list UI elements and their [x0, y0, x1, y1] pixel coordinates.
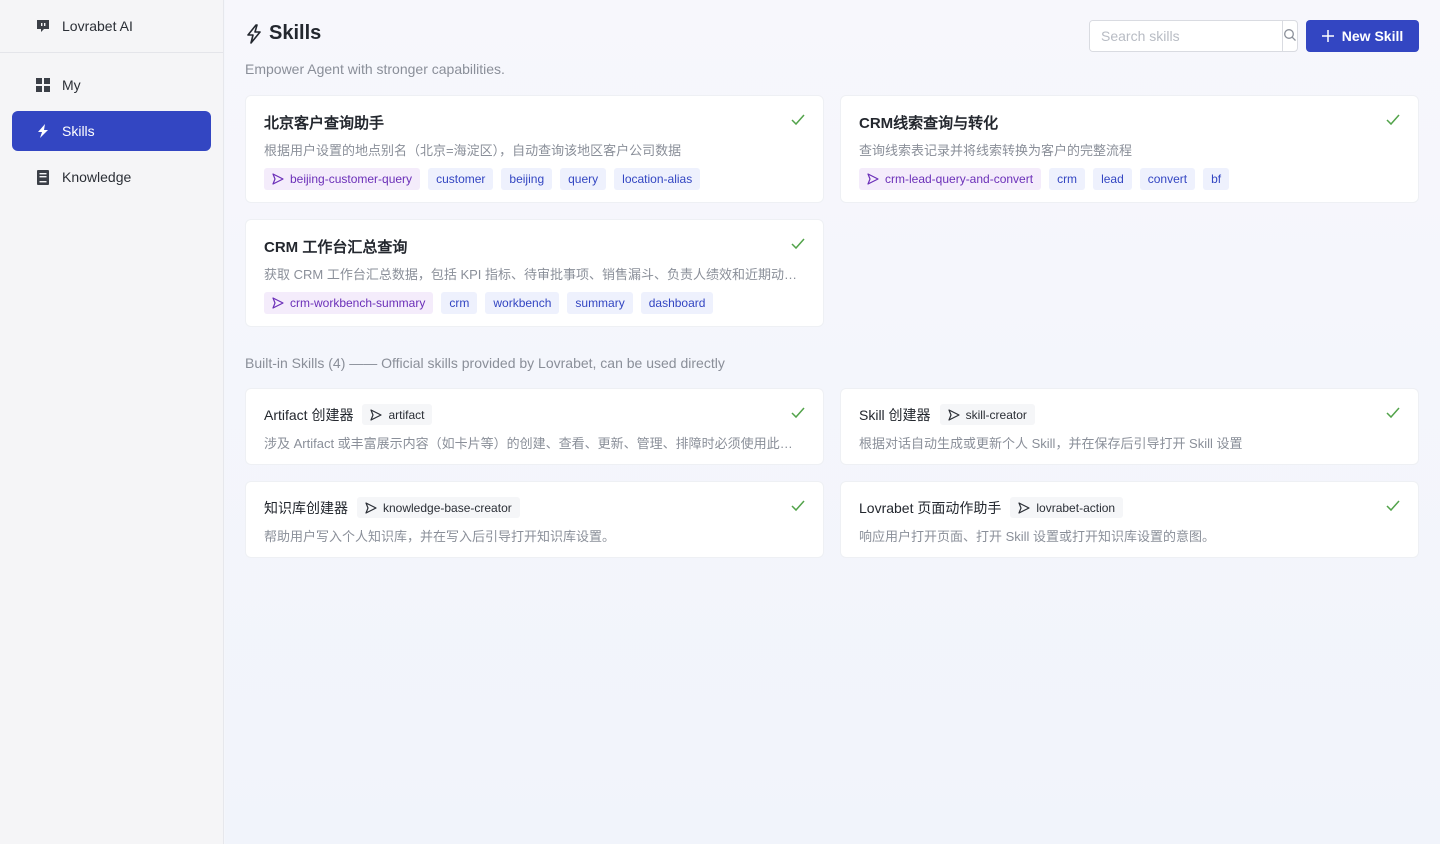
- builtin-skill-id-chip: artifact: [362, 404, 433, 425]
- new-skill-button[interactable]: New Skill: [1306, 20, 1419, 52]
- sidebar-nav: My Skills Knowledge: [0, 53, 223, 197]
- builtin-skill-description: 根据对话自动生成或更新个人 Skill，并在保存后引导打开 Skill 设置: [859, 436, 1243, 451]
- grid-icon: [36, 78, 50, 92]
- new-skill-label: New Skill: [1341, 28, 1404, 44]
- skill-tags: beijing-customer-query customer beijing …: [264, 168, 701, 190]
- builtin-skill-card[interactable]: Skill 创建器 skill-creator 根据对话自动生成或更新个人 Sk…: [840, 388, 1419, 465]
- check-icon: [1386, 500, 1400, 512]
- search-box: [1089, 20, 1298, 52]
- builtin-skill-card[interactable]: Artifact 创建器 artifact 涉及 Artifact 或丰富展示内…: [245, 388, 824, 465]
- builtin-skill-description: 帮助用户写入个人知识库，并在写入后引导打开知识库设置。: [264, 529, 616, 544]
- send-icon: [947, 408, 960, 421]
- send-icon: [272, 173, 284, 185]
- send-icon: [867, 173, 879, 185]
- builtin-skill-id-chip: lovrabet-action: [1010, 497, 1124, 518]
- skill-card[interactable]: 北京客户查询助手 根据用户设置的地点别名（北京=海淀区），自动查询该地区客户公司…: [245, 95, 824, 203]
- check-icon: [1386, 407, 1400, 419]
- skill-description: 根据用户设置的地点别名（北京=海淀区），自动查询该地区客户公司数据: [264, 143, 682, 158]
- page-title-text: Skills: [269, 22, 322, 44]
- skill-tag: bf: [1203, 168, 1230, 190]
- brand-name: Lovrabet AI: [62, 18, 133, 34]
- builtin-skill-card[interactable]: 知识库创建器 knowledge-base-creator 帮助用户写入个人知识…: [245, 481, 824, 558]
- skill-id: beijing-customer-query: [290, 172, 413, 186]
- skill-description: 获取 CRM 工作台汇总数据，包括 KPI 指标、待审批事项、销售漏斗、负责人绩…: [264, 267, 803, 282]
- builtin-skill-name: Artifact 创建器: [264, 406, 354, 423]
- skill-tag: convert: [1139, 168, 1196, 190]
- sidebar-item-knowledge[interactable]: Knowledge: [12, 157, 211, 197]
- skill-id: crm-lead-query-and-convert: [885, 172, 1034, 186]
- skill-tag: query: [560, 168, 607, 190]
- builtin-title-row: 知识库创建器 knowledge-base-creator: [264, 497, 520, 518]
- send-icon: [370, 408, 383, 421]
- plus-icon: [1321, 30, 1334, 42]
- send-icon: [272, 297, 284, 309]
- skill-tags: crm-workbench-summary crm workbench summ…: [264, 292, 714, 314]
- builtin-skill-id: artifact: [388, 407, 425, 422]
- check-icon: [791, 500, 805, 512]
- skill-name: CRM线索查询与转化: [859, 115, 999, 132]
- skill-tags: crm-lead-query-and-convert crm lead conv…: [859, 168, 1230, 190]
- send-icon: [365, 501, 377, 514]
- builtin-skill-name: 知识库创建器: [264, 499, 348, 516]
- skill-id-tag: crm-workbench-summary: [264, 292, 434, 314]
- sidebar: Lovrabet AI My Skills Knowledge: [0, 0, 224, 844]
- skill-tag: dashboard: [640, 292, 714, 314]
- builtin-section-label: Built-in Skills (4) —— Official skills p…: [245, 355, 725, 371]
- skill-card[interactable]: CRM 工作台汇总查询 获取 CRM 工作台汇总数据，包括 KPI 指标、待审批…: [245, 219, 824, 327]
- skill-description: 查询线索表记录并将线索转换为客户的完整流程: [859, 143, 1133, 158]
- skill-tag: customer: [428, 168, 494, 190]
- builtin-skill-id: skill-creator: [965, 407, 1027, 422]
- builtin-skill-name: Lovrabet 页面动作助手: [859, 499, 1002, 516]
- sidebar-item-my[interactable]: My: [12, 65, 211, 105]
- builtin-skill-id: knowledge-base-creator: [383, 500, 512, 515]
- sidebar-item-label: Skills: [62, 123, 95, 139]
- page-title: Skills: [245, 22, 321, 45]
- skill-tag: summary: [567, 292, 633, 314]
- search-button[interactable]: [1282, 21, 1297, 51]
- skill-id-tag: crm-lead-query-and-convert: [859, 168, 1042, 190]
- sidebar-item-label: Knowledge: [62, 169, 132, 185]
- check-icon: [791, 407, 805, 419]
- check-icon: [1386, 114, 1400, 126]
- skill-id: crm-workbench-summary: [290, 296, 426, 310]
- skill-id-tag: beijing-customer-query: [264, 168, 421, 190]
- sidebar-item-label: My: [62, 77, 81, 93]
- skill-name: CRM 工作台汇总查询: [264, 239, 408, 256]
- check-icon: [791, 114, 805, 126]
- check-icon: [791, 238, 805, 250]
- sidebar-item-skills[interactable]: Skills: [12, 111, 211, 151]
- skill-tag: crm: [441, 292, 478, 314]
- builtin-skill-id-chip: knowledge-base-creator: [357, 497, 520, 518]
- skill-tag: crm: [1049, 168, 1086, 190]
- skill-tag: lead: [1093, 168, 1132, 190]
- brand[interactable]: Lovrabet AI: [0, 0, 223, 53]
- chat-bubble-icon: [36, 19, 50, 33]
- builtin-skill-id: lovrabet-action: [1036, 500, 1116, 515]
- main-content: Skills Empower Agent with stronger capab…: [225, 0, 1440, 844]
- send-icon: [1018, 501, 1030, 514]
- builtin-skill-card[interactable]: Lovrabet 页面动作助手 lovrabet-action 响应用户打开页面…: [840, 481, 1419, 558]
- search-input[interactable]: [1090, 21, 1282, 51]
- skill-card[interactable]: CRM线索查询与转化 查询线索表记录并将线索转换为客户的完整流程 crm-lea…: [840, 95, 1419, 203]
- builtin-skill-id-chip: skill-creator: [939, 404, 1035, 425]
- builtin-title-row: Artifact 创建器 artifact: [264, 404, 433, 425]
- bolt-icon: [36, 124, 50, 138]
- builtin-skill-description: 涉及 Artifact 或丰富展示内容（如卡片等）的创建、查看、更新、管理、排障…: [264, 436, 803, 451]
- skill-tag: beijing: [501, 168, 553, 190]
- book-icon: [36, 169, 50, 185]
- search-icon: [1283, 28, 1297, 45]
- builtin-skill-description: 响应用户打开页面、打开 Skill 设置或打开知识库设置的意图。: [859, 529, 1216, 544]
- builtin-title-row: Skill 创建器 skill-creator: [859, 404, 1035, 425]
- bolt-outline-icon: [245, 23, 263, 44]
- page-subtitle: Empower Agent with stronger capabilities…: [245, 61, 505, 77]
- skill-name: 北京客户查询助手: [264, 115, 385, 132]
- builtin-skill-name: Skill 创建器: [859, 406, 931, 423]
- skill-tag: workbench: [485, 292, 560, 314]
- skill-tag: location-alias: [614, 168, 701, 190]
- builtin-title-row: Lovrabet 页面动作助手 lovrabet-action: [859, 497, 1124, 518]
